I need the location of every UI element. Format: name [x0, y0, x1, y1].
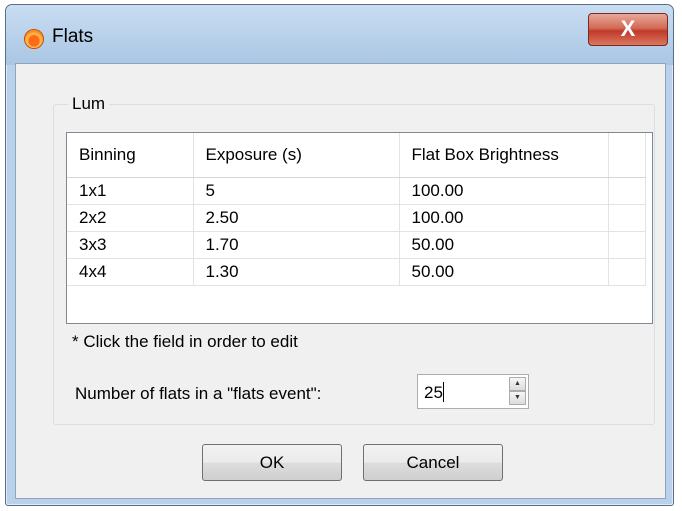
flats-count-value[interactable]: 25: [424, 383, 443, 402]
cell-filler: [608, 231, 646, 259]
cell-brightness[interactable]: 50.00: [399, 258, 609, 286]
dialog-body: Lum Binning Exposure (s) Flat Box Bright…: [15, 63, 666, 499]
group-legend: Lum: [68, 94, 110, 114]
cell-binning[interactable]: 3x3: [67, 231, 194, 259]
close-button[interactable]: X: [588, 13, 668, 46]
window-title: Flats: [52, 26, 94, 47]
cell-exposure[interactable]: 5: [193, 177, 400, 205]
flats-dialog: Flats X Lum Binning Exposure (s) Flat Bo…: [5, 4, 674, 506]
spin-up-icon[interactable]: ▲: [509, 377, 526, 391]
flats-count-input[interactable]: 25: [424, 382, 444, 403]
cell-exposure[interactable]: 2.50: [193, 204, 400, 232]
cell-filler: [608, 204, 646, 232]
flats-count-label: Number of flats in a "flats event":: [75, 384, 322, 403]
cell-binning[interactable]: 2x2: [67, 204, 194, 232]
flats-count-stepper[interactable]: 25 ▲ ▼: [417, 374, 529, 409]
flats-table[interactable]: Binning Exposure (s) Flat Box Brightness…: [66, 132, 653, 324]
cell-filler: [608, 177, 646, 205]
table-row[interactable]: 4x4 1.30 50.00: [67, 258, 646, 286]
table-row[interactable]: 2x2 2.50 100.00: [67, 204, 646, 232]
cell-binning[interactable]: 4x4: [67, 258, 194, 286]
cell-filler: [608, 258, 646, 286]
column-header-binning[interactable]: Binning: [67, 133, 194, 178]
edit-hint: * Click the field in order to edit: [72, 332, 298, 351]
spin-down-icon[interactable]: ▼: [509, 391, 526, 405]
text-caret: [442, 382, 444, 402]
stepper-buttons: ▲ ▼: [509, 377, 526, 406]
table-row[interactable]: 3x3 1.70 50.00: [67, 231, 646, 259]
column-header-exposure[interactable]: Exposure (s): [193, 133, 400, 178]
cell-exposure[interactable]: 1.30: [193, 258, 400, 286]
column-header-brightness[interactable]: Flat Box Brightness: [399, 133, 609, 178]
cell-brightness[interactable]: 100.00: [399, 177, 609, 205]
cell-brightness[interactable]: 50.00: [399, 231, 609, 259]
app-orange-icon: [25, 30, 43, 48]
cell-brightness[interactable]: 100.00: [399, 204, 609, 232]
cell-exposure[interactable]: 1.70: [193, 231, 400, 259]
cell-binning[interactable]: 1x1: [67, 177, 194, 205]
column-header-filler: [608, 133, 646, 178]
ok-button[interactable]: OK: [202, 444, 342, 481]
cancel-button[interactable]: Cancel: [363, 444, 503, 481]
table-header-row: Binning Exposure (s) Flat Box Brightness: [67, 133, 646, 178]
table-row[interactable]: 1x1 5 100.00: [67, 177, 646, 205]
title-bar[interactable]: Flats X: [6, 5, 673, 65]
